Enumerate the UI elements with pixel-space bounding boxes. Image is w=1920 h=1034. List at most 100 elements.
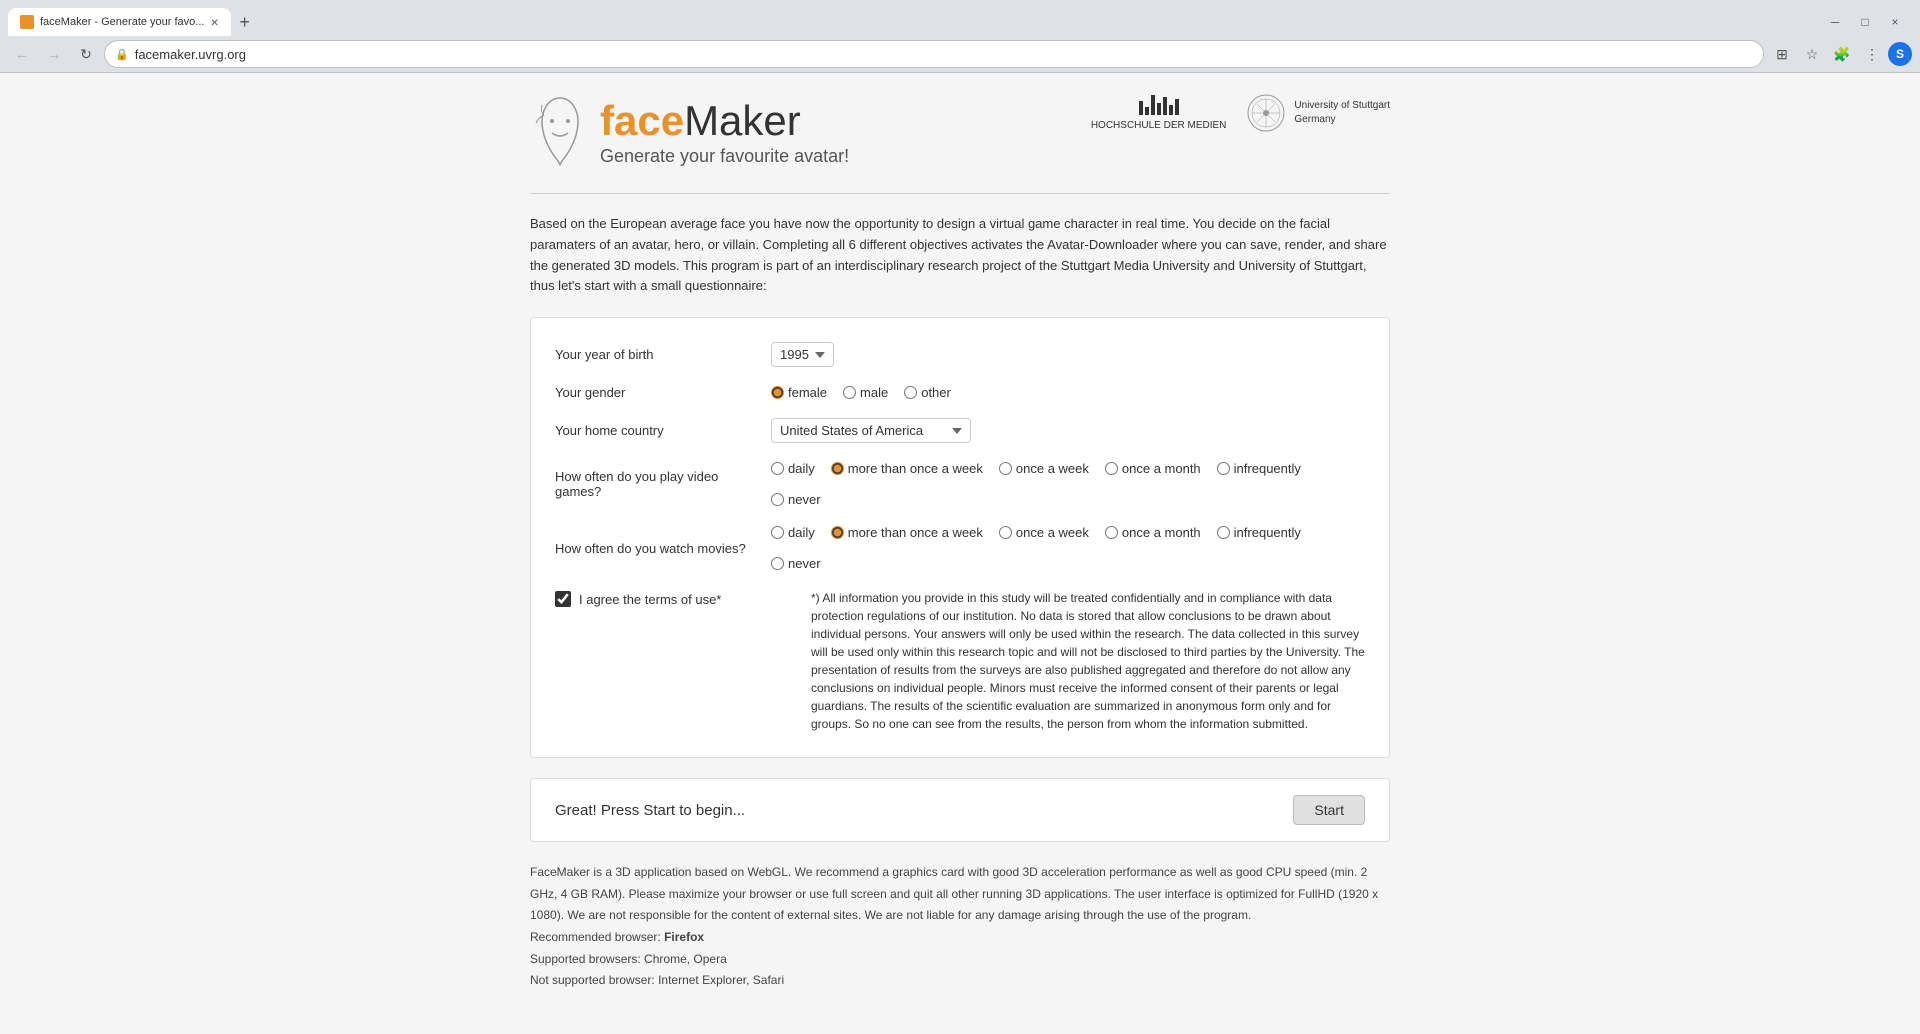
close-window-button[interactable]: × xyxy=(1882,13,1908,31)
gender-controls: female male other xyxy=(771,385,951,400)
gender-other-group: other xyxy=(904,385,951,400)
gender-other-label[interactable]: other xyxy=(921,385,951,400)
minimize-button[interactable]: ─ xyxy=(1822,13,1848,31)
gender-male-group: male xyxy=(843,385,888,400)
agree-checkbox[interactable] xyxy=(555,591,571,607)
games-daily-radio[interactable] xyxy=(771,462,784,475)
hdm-bar-1 xyxy=(1139,101,1143,115)
university-logo: University of Stuttgart Germany xyxy=(1246,93,1390,133)
country-controls: United States of America Germany France … xyxy=(771,418,971,443)
movies-infrequently-radio[interactable] xyxy=(1217,526,1230,539)
games-oncemonth-label[interactable]: once a month xyxy=(1122,461,1201,476)
games-infrequently-radio[interactable] xyxy=(1217,462,1230,475)
hdm-bars xyxy=(1139,95,1179,115)
bookmark-button[interactable]: ☆ xyxy=(1798,40,1826,68)
movies-never-radio[interactable] xyxy=(771,557,784,570)
toolbar-icons: ⊞ ☆ 🧩 ⋮ S xyxy=(1768,40,1912,68)
agree-label[interactable]: I agree the terms of use* xyxy=(579,592,721,607)
start-button[interactable]: Start xyxy=(1293,795,1365,825)
great-text: Great! Press Start to begin... xyxy=(555,802,745,819)
games-onceweek-label[interactable]: once a week xyxy=(1016,461,1089,476)
hdm-bar-3 xyxy=(1151,95,1155,115)
games-row: How often do you play video games? daily… xyxy=(555,461,1365,507)
games-morethanonce-radio[interactable] xyxy=(831,462,844,475)
gender-other-radio[interactable] xyxy=(904,386,917,399)
games-infrequently-label[interactable]: infrequently xyxy=(1234,461,1301,476)
footer-supported-browsers: Supported browsers: Chrome, Opera xyxy=(530,949,1390,971)
games-onceweek-group: once a week xyxy=(999,461,1089,476)
games-never-label[interactable]: never xyxy=(788,492,821,507)
hdm-bar-7 xyxy=(1175,99,1179,115)
movies-oncemonth-group: once a month xyxy=(1105,525,1201,540)
hdm-bar-5 xyxy=(1163,97,1167,115)
gender-female-group: female xyxy=(771,385,827,400)
gender-female-label[interactable]: female xyxy=(788,385,827,400)
movies-onceweek-group: once a week xyxy=(999,525,1089,540)
tab-favicon xyxy=(20,15,34,29)
birth-year-row: Your year of birth 1995 199019911992 199… xyxy=(555,342,1365,367)
movies-oncemonth-label[interactable]: once a month xyxy=(1122,525,1201,540)
birth-year-select[interactable]: 1995 199019911992 199319941996 199719981… xyxy=(771,342,834,367)
extensions-button[interactable]: ⊞ xyxy=(1768,40,1796,68)
back-button[interactable]: ← xyxy=(8,40,36,68)
movies-daily-label[interactable]: daily xyxy=(788,525,815,540)
maximize-button[interactable]: □ xyxy=(1852,13,1878,31)
movies-daily-radio[interactable] xyxy=(771,526,784,539)
country-select[interactable]: United States of America Germany France … xyxy=(771,418,971,443)
games-morethanonce-group: more than once a week xyxy=(831,461,983,476)
logo-section: faceMaker Generate your favourite avatar… xyxy=(530,93,849,173)
movies-never-label[interactable]: never xyxy=(788,556,821,571)
logo-text-block: faceMaker Generate your favourite avatar… xyxy=(600,100,849,167)
movies-oncemonth-radio[interactable] xyxy=(1105,526,1118,539)
games-controls: daily more than once a week once a week … xyxy=(771,461,1365,507)
tab-bar: faceMaker - Generate your favo... × + ─ … xyxy=(0,0,1920,36)
games-oncemonth-radio[interactable] xyxy=(1105,462,1118,475)
form-card: Your year of birth 1995 199019911992 199… xyxy=(530,317,1390,758)
gender-female-radio[interactable] xyxy=(771,386,784,399)
movies-infrequently-label[interactable]: infrequently xyxy=(1234,525,1301,540)
movies-morethanonce-group: more than once a week xyxy=(831,525,983,540)
movies-morethanonce-radio[interactable] xyxy=(831,526,844,539)
forward-button[interactable]: → xyxy=(40,40,68,68)
games-daily-label[interactable]: daily xyxy=(788,461,815,476)
agree-left: I agree the terms of use* xyxy=(555,589,791,607)
intro-text: Based on the European average face you h… xyxy=(530,214,1390,297)
gender-label: Your gender xyxy=(555,385,755,400)
profile-button[interactable]: S xyxy=(1888,42,1912,66)
birth-year-label: Your year of birth xyxy=(555,347,755,362)
hdm-bar-4 xyxy=(1157,103,1161,115)
games-never-radio[interactable] xyxy=(771,493,784,506)
window-controls: ─ □ × xyxy=(1822,13,1912,31)
games-infrequently-group: infrequently xyxy=(1217,461,1301,476)
new-tab-button[interactable]: + xyxy=(231,8,259,36)
country-row: Your home country United States of Ameri… xyxy=(555,418,1365,443)
games-onceweek-radio[interactable] xyxy=(999,462,1012,475)
lock-icon: 🔒 xyxy=(115,48,129,61)
logo-maker-text: Maker xyxy=(684,97,801,144)
menu-button[interactable]: ⋮ xyxy=(1858,40,1886,68)
logo-face-graphic xyxy=(530,93,590,173)
header-logos: HOCHSCHULE DER MEDIEN University of Stut… xyxy=(1091,93,1390,133)
movies-never-group: never xyxy=(771,556,821,571)
header-divider xyxy=(530,193,1390,194)
puzzle-icon[interactable]: 🧩 xyxy=(1828,40,1856,68)
form-footer: Great! Press Start to begin... Start xyxy=(530,778,1390,842)
address-bar[interactable]: 🔒 facemaker.uvrg.org xyxy=(104,40,1764,68)
footer-browser-name: Firefox xyxy=(664,930,704,944)
tab-close-button[interactable]: × xyxy=(210,15,218,29)
active-tab[interactable]: faceMaker - Generate your favo... × xyxy=(8,8,231,36)
hdm-bar-2 xyxy=(1145,107,1149,115)
movies-morethanonce-label[interactable]: more than once a week xyxy=(848,525,983,540)
page-header: faceMaker Generate your favourite avatar… xyxy=(530,93,1390,173)
games-label: How often do you play video games? xyxy=(555,469,755,499)
gender-male-label[interactable]: male xyxy=(860,385,888,400)
movies-label: How often do you watch movies? xyxy=(555,541,755,556)
page-footer: FaceMaker is a 3D application based on W… xyxy=(530,862,1390,992)
hdm-bar-6 xyxy=(1169,105,1173,115)
gender-male-radio[interactable] xyxy=(843,386,856,399)
logo-subtitle: Generate your favourite avatar! xyxy=(600,146,849,167)
movies-onceweek-radio[interactable] xyxy=(999,526,1012,539)
reload-button[interactable]: ↻ xyxy=(72,40,100,68)
movies-onceweek-label[interactable]: once a week xyxy=(1016,525,1089,540)
games-morethanonce-label[interactable]: more than once a week xyxy=(848,461,983,476)
